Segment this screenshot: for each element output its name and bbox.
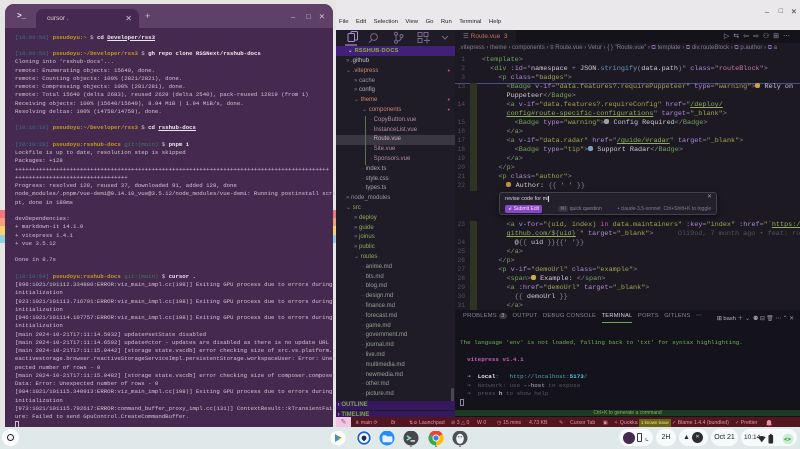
- svg-text:<>: <>: [784, 437, 791, 443]
